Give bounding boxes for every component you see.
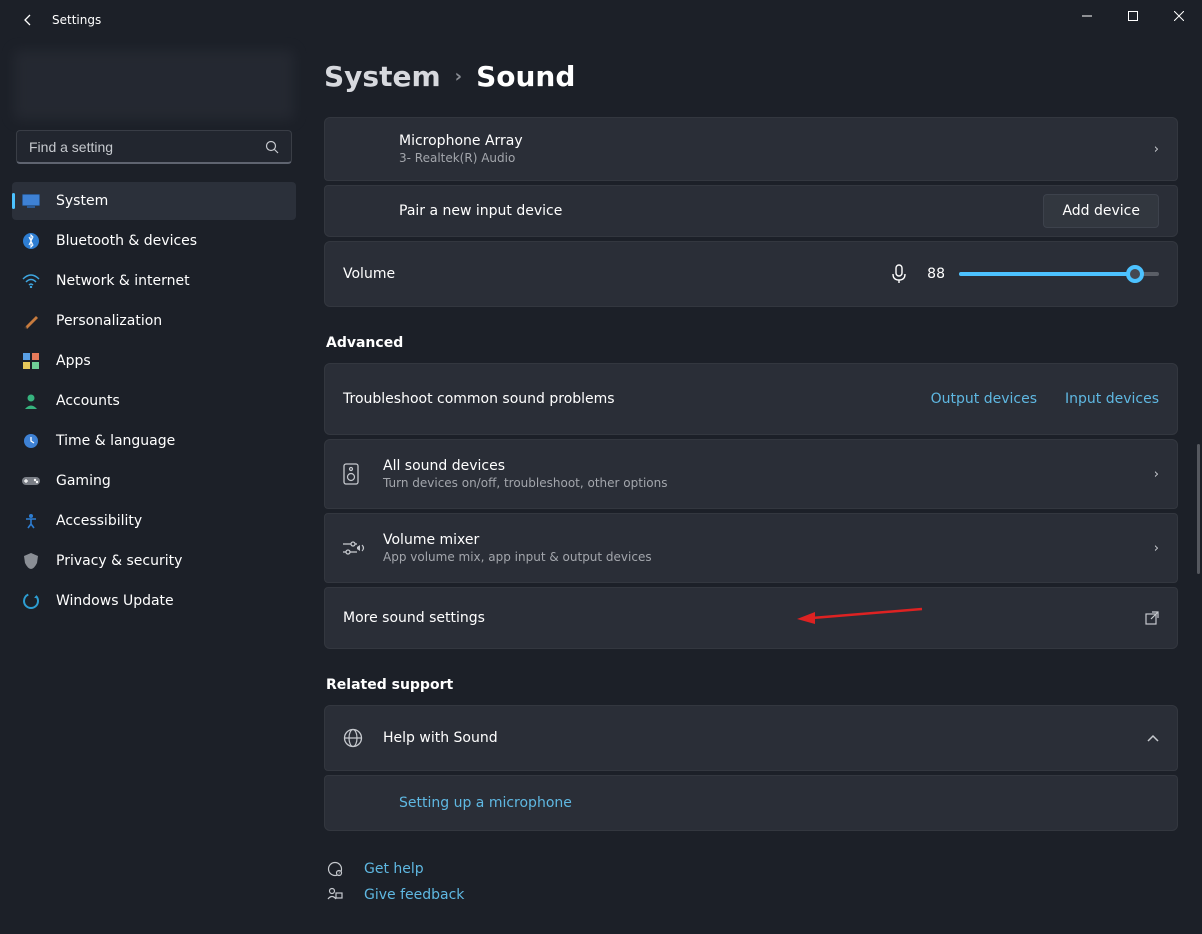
nav-item-bluetooth[interactable]: Bluetooth & devices: [12, 222, 296, 260]
arrow-left-icon: [20, 12, 36, 28]
nav-item-personalization[interactable]: Personalization: [12, 302, 296, 340]
window-controls: [1064, 0, 1202, 32]
mixer-desc: App volume mix, app input & output devic…: [383, 550, 1142, 564]
microphone-icon[interactable]: [891, 264, 907, 284]
nav-item-system[interactable]: System: [12, 182, 296, 220]
maximize-icon: [1128, 11, 1138, 21]
nav-label: System: [56, 193, 108, 209]
input-device-row[interactable]: Microphone Array 3- Realtek(R) Audio ›: [324, 117, 1178, 181]
mixer-label: Volume mixer: [383, 532, 1142, 548]
more-sound-settings-row[interactable]: More sound settings: [324, 587, 1178, 649]
help-link-row[interactable]: Setting up a microphone: [324, 775, 1178, 831]
more-settings-label: More sound settings: [343, 610, 1133, 626]
volume-value: 88: [921, 266, 945, 282]
pair-label: Pair a new input device: [399, 203, 1043, 219]
get-help-link[interactable]: ? Get help: [324, 861, 1178, 877]
close-icon: [1174, 11, 1184, 21]
search-input[interactable]: [29, 139, 265, 155]
shield-icon: [22, 552, 40, 570]
close-button[interactable]: [1156, 0, 1202, 32]
search-icon: [265, 140, 279, 154]
nav-item-accounts[interactable]: Accounts: [12, 382, 296, 420]
mixer-icon: [343, 540, 383, 556]
clock-icon: [22, 432, 40, 450]
apps-icon: [22, 352, 40, 370]
nav-list: System Bluetooth & devices Network & int…: [6, 182, 302, 620]
get-help-label: Get help: [364, 861, 424, 877]
nav-item-update[interactable]: Windows Update: [12, 582, 296, 620]
system-icon: [22, 192, 40, 210]
add-device-label: Add device: [1062, 203, 1140, 219]
external-link-icon: [1133, 611, 1159, 625]
nav-label: Windows Update: [56, 593, 174, 609]
add-device-button[interactable]: Add device: [1043, 194, 1159, 228]
troubleshoot-label: Troubleshoot common sound problems: [343, 391, 931, 407]
nav-item-network[interactable]: Network & internet: [12, 262, 296, 300]
chevron-up-icon: [1135, 734, 1159, 742]
nav-label: Apps: [56, 353, 91, 369]
nav-item-privacy[interactable]: Privacy & security: [12, 542, 296, 580]
setup-microphone-link[interactable]: Setting up a microphone: [399, 795, 1159, 811]
all-devices-desc: Turn devices on/off, troubleshoot, other…: [383, 476, 1142, 490]
nav-label: Accessibility: [56, 513, 142, 529]
svg-text:?: ?: [338, 871, 340, 876]
section-advanced: Advanced: [326, 335, 1178, 351]
nav-item-gaming[interactable]: Gaming: [12, 462, 296, 500]
all-devices-label: All sound devices: [383, 458, 1142, 474]
help-with-sound-row[interactable]: Help with Sound: [324, 705, 1178, 771]
nav-label: Privacy & security: [56, 553, 182, 569]
all-sound-devices-row[interactable]: All sound devices Turn devices on/off, t…: [324, 439, 1178, 509]
nav-label: Bluetooth & devices: [56, 233, 197, 249]
volume-slider[interactable]: [959, 272, 1159, 276]
search-box[interactable]: [16, 130, 292, 164]
profile-card[interactable]: [14, 50, 294, 120]
breadcrumb-parent[interactable]: System: [324, 60, 441, 93]
maximize-button[interactable]: [1110, 0, 1156, 32]
window-title: Settings: [52, 13, 101, 27]
minimize-button[interactable]: [1064, 0, 1110, 32]
gamepad-icon: [22, 472, 40, 490]
globe-icon: [343, 728, 383, 748]
chevron-right-icon: ›: [1142, 467, 1159, 482]
nav-item-time[interactable]: Time & language: [12, 422, 296, 460]
nav-label: Gaming: [56, 473, 111, 489]
minimize-icon: [1082, 11, 1092, 21]
input-devices-link[interactable]: Input devices: [1065, 391, 1159, 407]
help-icon: ?: [326, 861, 344, 877]
paint-icon: [22, 312, 40, 330]
nav-item-accessibility[interactable]: Accessibility: [12, 502, 296, 540]
speaker-icon: [343, 463, 383, 485]
bluetooth-icon: [22, 232, 40, 250]
device-name: Microphone Array: [399, 133, 1142, 149]
nav-label: Accounts: [56, 393, 120, 409]
update-icon: [22, 592, 40, 610]
chevron-right-icon: ›: [1142, 541, 1159, 556]
person-icon: [22, 392, 40, 410]
volume-row: Volume 88: [324, 241, 1178, 307]
nav-label: Time & language: [56, 433, 175, 449]
nav-label: Network & internet: [56, 273, 190, 289]
give-feedback-link[interactable]: Give feedback: [324, 887, 1178, 903]
accessibility-icon: [22, 512, 40, 530]
volume-label: Volume: [343, 266, 395, 282]
nav-item-apps[interactable]: Apps: [12, 342, 296, 380]
give-feedback-label: Give feedback: [364, 887, 464, 903]
pair-device-row: Pair a new input device Add device: [324, 185, 1178, 237]
section-related-support: Related support: [326, 677, 1178, 693]
wifi-icon: [22, 272, 40, 290]
chevron-right-icon: ›: [1142, 142, 1159, 157]
troubleshoot-row: Troubleshoot common sound problems Outpu…: [324, 363, 1178, 435]
help-sound-label: Help with Sound: [383, 730, 1135, 746]
breadcrumb-current: Sound: [476, 60, 575, 93]
volume-mixer-row[interactable]: Volume mixer App volume mix, app input &…: [324, 513, 1178, 583]
chevron-right-icon: ›: [455, 66, 462, 87]
breadcrumb: System › Sound: [324, 60, 1178, 93]
output-devices-link[interactable]: Output devices: [931, 391, 1037, 407]
scrollbar-thumb[interactable]: [1197, 444, 1200, 574]
back-button[interactable]: [18, 10, 38, 30]
device-desc: 3- Realtek(R) Audio: [399, 151, 1142, 165]
feedback-icon: [326, 887, 344, 903]
nav-label: Personalization: [56, 313, 162, 329]
